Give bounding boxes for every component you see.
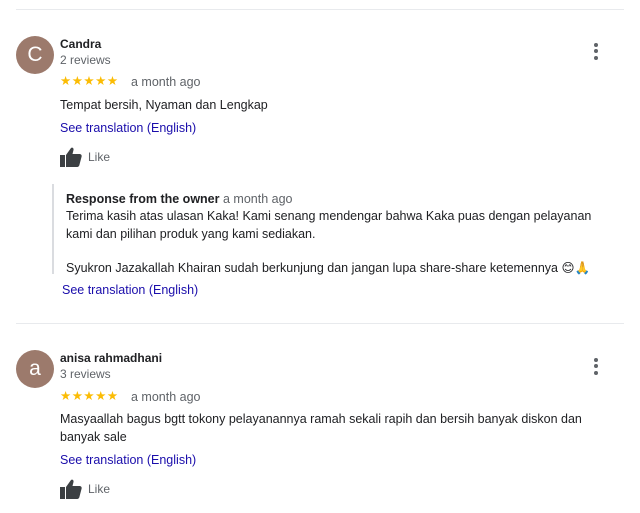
owner-response-text-2: Syukron Jazakallah Khairan sudah berkunj… (66, 261, 591, 275)
review-card: a anisa rahmadhani 3 reviews ★★★★★ a mon… (0, 324, 640, 513)
review-time: a month ago (131, 75, 201, 89)
like-label: Like (88, 482, 111, 496)
more-options-icon[interactable] (588, 356, 604, 376)
owner-response-time: a month ago (222, 192, 293, 206)
reviewer-name[interactable]: Candra (60, 37, 101, 51)
more-options-icon[interactable] (588, 41, 604, 61)
review-text: Tempat bersih, Nyaman dan Lengkap (60, 98, 268, 112)
star-rating: ★★★★★ (60, 74, 119, 88)
thumbs-up-icon (60, 479, 82, 499)
thumbs-up-icon (60, 147, 82, 167)
star-rating: ★★★★★ (60, 389, 119, 403)
avatar[interactable]: C (16, 36, 54, 74)
like-label: Like (88, 150, 111, 164)
review-text: Masyaallah bagus bgtt tokony pelayananny… (60, 412, 582, 444)
reviewer-review-count: 3 reviews (60, 367, 111, 381)
see-translation-link[interactable]: See translation (English) (60, 121, 196, 135)
reviewer-name[interactable]: anisa rahmadhani (60, 351, 162, 365)
owner-see-translation-link[interactable]: See translation (English) (62, 283, 198, 297)
owner-response-title: Response from the owner (66, 192, 220, 206)
review-time: a month ago (131, 390, 201, 404)
reviewer-review-count: 2 reviews (60, 53, 111, 67)
like-button[interactable]: Like (60, 147, 110, 167)
like-button[interactable]: Like (60, 479, 110, 499)
owner-response: Response from the owner a month ago Teri… (52, 184, 620, 275)
see-translation-link[interactable]: See translation (English) (60, 453, 196, 467)
owner-response-text: Terima kasih atas ulasan Kaka! Kami sena… (66, 209, 592, 241)
avatar[interactable]: a (16, 350, 54, 388)
review-card: C Candra 2 reviews ★★★★★ a month ago Tem… (0, 0, 640, 320)
